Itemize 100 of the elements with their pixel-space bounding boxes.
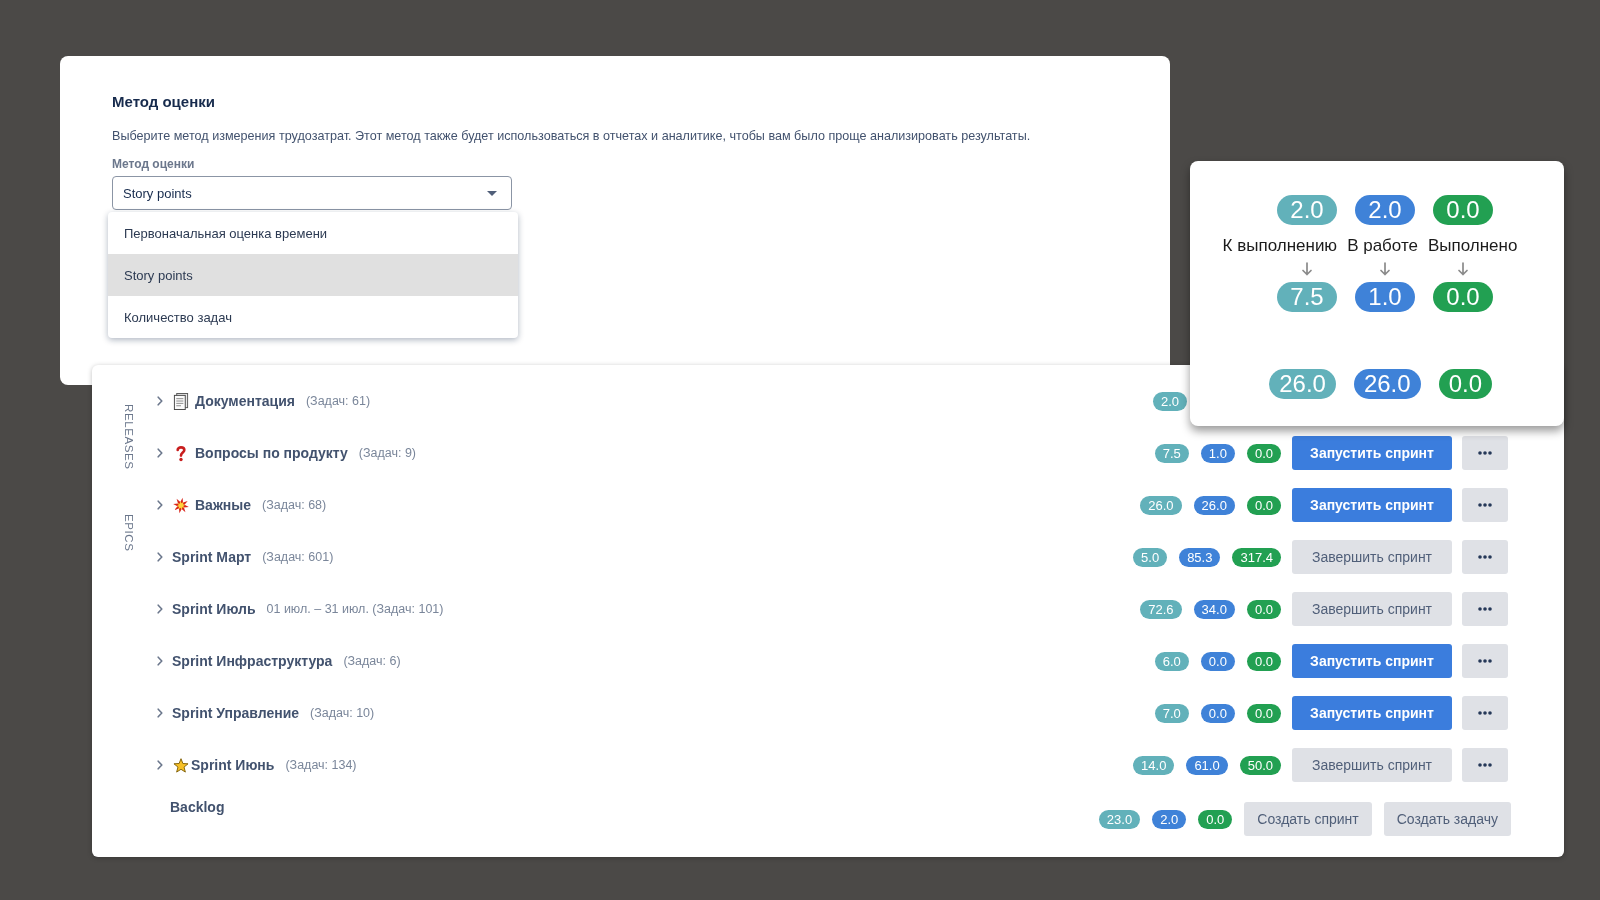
more-button[interactable] <box>1462 696 1508 730</box>
more-icon <box>1478 711 1492 715</box>
backlog-title: Backlog <box>170 798 225 817</box>
sprint-info: (Задач: 61) <box>305 394 371 408</box>
sprint-name: Sprint Июнь <box>191 757 275 773</box>
dropdown-option[interactable]: Количество задач <box>108 296 518 338</box>
more-icon <box>1478 763 1492 767</box>
estimate-badge: 1.0 <box>1200 443 1235 463</box>
start-sprint-button[interactable]: Запустить спринт <box>1292 696 1452 730</box>
star-icon <box>173 756 189 774</box>
sprint-info: (Задач: 134) <box>285 758 357 772</box>
field-label: Метод оценки <box>112 156 196 173</box>
estimate-badge: 7.5 <box>1154 443 1189 463</box>
more-button[interactable] <box>1462 644 1508 678</box>
sprint-info: (Задач: 601) <box>262 550 334 564</box>
estimate-badge: 34.0 <box>1193 599 1235 619</box>
start-sprint-button[interactable]: Запустить спринт <box>1292 488 1452 522</box>
backlog-button[interactable]: Создать задачу <box>1383 802 1511 836</box>
vertical-tab[interactable]: RELEASES <box>122 404 136 470</box>
start-sprint-button[interactable]: Запустить спринт <box>1292 644 1452 678</box>
sprint-info: (Задач: 9) <box>358 446 416 460</box>
estimate-badge: 6.0 <box>1154 651 1189 671</box>
estimate-badge: 0.0 <box>1438 369 1492 399</box>
estimate-badge: 72.6 <box>1140 599 1182 619</box>
complete-sprint-button[interactable]: Завершить спринт <box>1292 748 1452 782</box>
sprint-name: Sprint Март <box>172 549 252 565</box>
more-button[interactable] <box>1462 592 1508 626</box>
estimate-badge: 1.0 <box>1355 282 1415 312</box>
sprint-name: Sprint Инфраструктура <box>172 653 333 669</box>
chevron-right-icon[interactable] <box>157 396 163 406</box>
more-icon <box>1478 607 1492 611</box>
sprint-info: 01 июл. – 31 июл. (Задач: 101) <box>266 602 444 616</box>
estimate-badge: 5.0 <box>1133 547 1168 567</box>
more-icon <box>1478 503 1492 507</box>
status-label: Выполнено <box>1427 235 1518 257</box>
estimate-badge: 317.4 <box>1232 547 1281 567</box>
arrow-down-icon <box>1457 262 1469 276</box>
estimate-badge: 23.0 <box>1098 809 1141 829</box>
backlog-button[interactable]: Создать спринт <box>1244 802 1372 836</box>
start-sprint-button[interactable]: Запустить спринт <box>1292 436 1452 470</box>
estimate-badge: 7.0 <box>1154 703 1189 723</box>
status-label: В работе <box>1347 235 1418 257</box>
estimate-badge: 0.0 <box>1246 495 1281 515</box>
estimate-badge: 2.0 <box>1277 195 1337 225</box>
estimate-badge: 0.0 <box>1246 599 1281 619</box>
document-icon <box>173 392 189 410</box>
status-label: К выполнению <box>1222 235 1338 257</box>
estimate-badge: 2.0 <box>1152 809 1187 829</box>
complete-sprint-button[interactable]: Завершить спринт <box>1292 540 1452 574</box>
complete-sprint-button[interactable]: Завершить спринт <box>1292 592 1452 626</box>
sprint-name: Sprint Июль <box>172 601 256 617</box>
estimate-badge: 0.0 <box>1198 809 1233 829</box>
more-button[interactable] <box>1462 436 1508 470</box>
chevron-right-icon[interactable] <box>157 552 163 562</box>
chevron-right-icon[interactable] <box>157 656 163 666</box>
sprint-name: Вопросы по продукту <box>195 445 348 461</box>
burst-icon <box>173 496 189 514</box>
estimate-badge: 0.0 <box>1246 651 1281 671</box>
estimation-method-select[interactable]: Story points <box>112 176 512 210</box>
estimate-badge: 26.0 <box>1140 495 1182 515</box>
more-icon <box>1478 659 1492 663</box>
estimate-badge: 85.3 <box>1179 547 1221 567</box>
more-icon <box>1478 555 1492 559</box>
section-title: Метод оценки <box>112 92 216 112</box>
description-text: Выберите метод измерения трудозатрат. Этот метод также будет использоваться в отчетах и аналитике, чтобы вам было проще анализировать результаты. <box>112 128 1032 145</box>
estimate-badge: 0.0 <box>1433 195 1493 225</box>
dropdown-option[interactable]: Первоначальная оценка времени <box>108 212 518 254</box>
chevron-right-icon[interactable] <box>157 448 163 458</box>
sprint-name: Важные <box>195 497 252 513</box>
estimate-badge: 26.0 <box>1353 369 1421 399</box>
sprint-name: Документация <box>195 393 295 409</box>
sprint-info: (Задач: 68) <box>262 498 327 512</box>
chevron-right-icon[interactable] <box>157 604 163 614</box>
estimate-badge: 0.0 <box>1433 282 1493 312</box>
arrow-down-icon <box>1301 262 1313 276</box>
estimate-badge: 14.0 <box>1133 755 1175 775</box>
chevron-right-icon[interactable] <box>157 500 163 510</box>
chevron-right-icon[interactable] <box>157 760 163 770</box>
estimate-badge: 26.0 <box>1269 369 1336 399</box>
vertical-tab[interactable]: EPICS <box>122 513 136 552</box>
caret-down-icon <box>487 190 497 196</box>
more-button[interactable] <box>1462 488 1508 522</box>
estimate-badge: 61.0 <box>1186 755 1228 775</box>
sprint-info: (Задач: 10) <box>310 706 375 720</box>
estimate-badge: 50.0 <box>1239 755 1281 775</box>
estimate-badge: 0.0 <box>1246 443 1281 463</box>
chevron-right-icon[interactable] <box>157 708 163 718</box>
sprint-name: Sprint Управление <box>172 705 300 721</box>
estimate-badge: 0.0 <box>1200 651 1235 671</box>
estimate-badge: 26.0 <box>1193 495 1235 515</box>
sprint-info: (Задач: 6) <box>343 654 401 668</box>
dropdown-option[interactable]: Story points <box>108 254 518 296</box>
more-button[interactable] <box>1462 748 1508 782</box>
arrow-down-icon <box>1379 262 1391 276</box>
estimate-badge: 0.0 <box>1200 703 1235 723</box>
more-button[interactable] <box>1462 540 1508 574</box>
estimate-badge: 2.0 <box>1355 195 1415 225</box>
more-icon <box>1478 451 1492 455</box>
estimate-badge: 0.0 <box>1246 703 1281 723</box>
estimate-badge: 2.0 <box>1152 391 1187 411</box>
